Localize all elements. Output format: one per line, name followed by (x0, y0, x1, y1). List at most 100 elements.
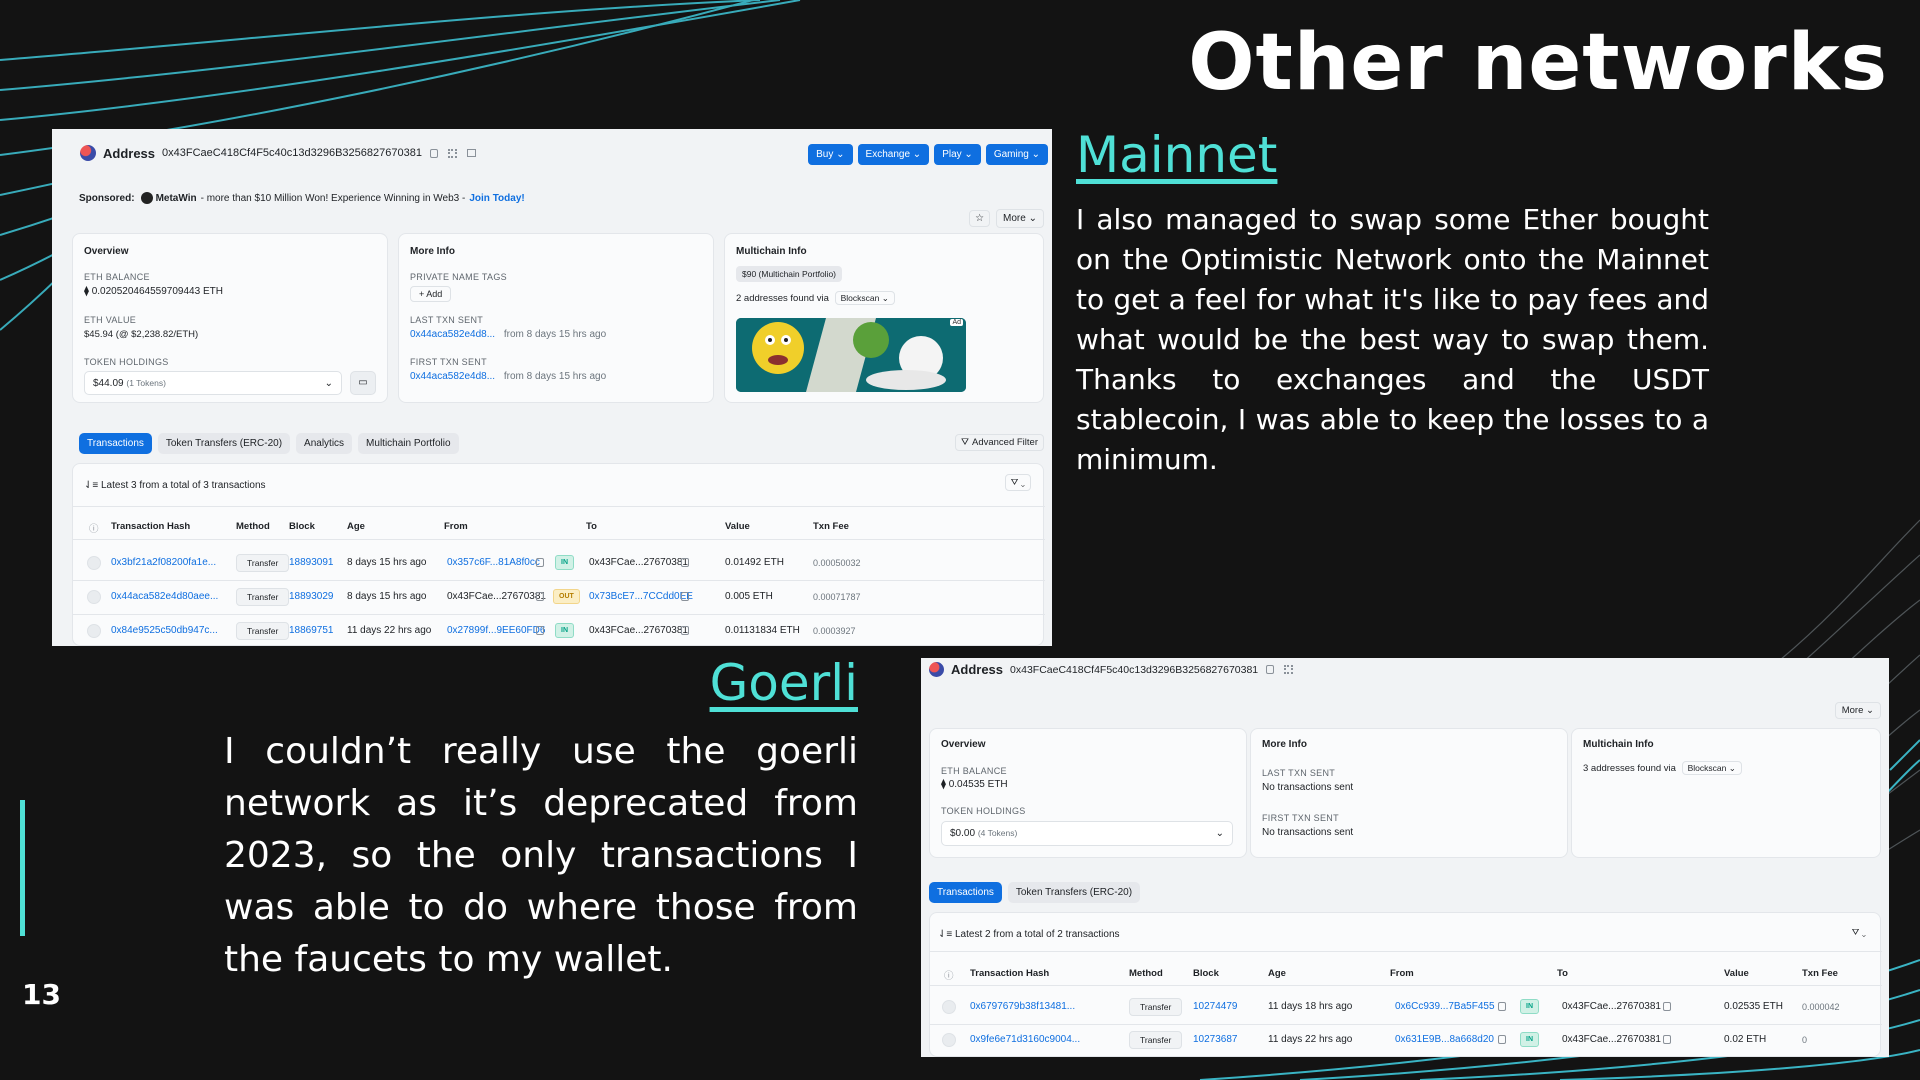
txn-hash-link[interactable]: 0x44aca582e4d80aee... (111, 591, 218, 602)
to-value: 0x43FCae...27670381 (1562, 1001, 1661, 1012)
from-link[interactable]: 0x631E9B...8a668d20 (1395, 1034, 1494, 1045)
goerli-heading[interactable]: Goerli (710, 654, 858, 712)
private-tags-label: PRIVATE NAME TAGS (410, 272, 507, 282)
sponsor-cta-link[interactable]: Join Today! (469, 193, 524, 204)
block-link[interactable]: 10274479 (1193, 1001, 1238, 1012)
multichain-found-row: 2 addresses found via Blockscan ⌄ (736, 291, 895, 305)
from-link[interactable]: 0x6Cc939...7Ba5F455 (1395, 1001, 1495, 1012)
txn-fee-value: 0.00050032 (813, 558, 861, 568)
copy-icon[interactable] (429, 148, 438, 158)
qr-icon[interactable] (1284, 665, 1294, 674)
token-holdings-label: TOKEN HOLDINGS (84, 357, 169, 367)
table-filter-button[interactable]: ⛛ ⌄ (1848, 925, 1870, 940)
star-icon[interactable]: ☆ (969, 210, 991, 227)
mainnet-heading[interactable]: Mainnet (1076, 126, 1277, 184)
col-txn-fee[interactable]: Txn Fee (1802, 968, 1838, 979)
direction-badge: IN (1520, 999, 1539, 1014)
chevron-down-icon: ⌄ (1215, 828, 1224, 839)
value-amount: 0.005 ETH (725, 591, 773, 602)
eye-icon[interactable] (87, 590, 101, 604)
last-txn-link[interactable]: 0x44aca582e4d8... (410, 329, 495, 340)
copy-icon[interactable] (536, 592, 544, 601)
chevron-down-icon: ⌄ (324, 377, 333, 389)
overview-title: Overview (84, 246, 129, 257)
from-link[interactable]: 0x357c6F...81A8f0cc (447, 557, 540, 568)
multichain-card: Multichain Info $90 (Multichain Portfoli… (724, 233, 1044, 403)
advertisement-banner[interactable]: Ad (736, 318, 966, 392)
eye-icon[interactable] (942, 1000, 956, 1014)
to-link[interactable]: 0x73BcE7...7CCdd0EE (589, 591, 693, 602)
copy-icon[interactable] (1266, 665, 1275, 674)
eth-value-label: ETH VALUE (84, 315, 137, 325)
txn-fee-value: 0.0003927 (813, 626, 856, 636)
direction-badge: IN (1520, 1032, 1539, 1047)
tab-transactions[interactable]: Transactions (79, 433, 152, 454)
txn-hash-link[interactable]: 0x6797679b38f13481... (970, 1001, 1075, 1012)
overview-card: Overview ETH BALANCE ⧫ 0.04535 ETH TOKEN… (929, 728, 1247, 858)
eye-icon[interactable] (87, 624, 101, 638)
tab-token-transfers[interactable]: Token Transfers (ERC-20) (157, 433, 291, 454)
col-age[interactable]: Age (1268, 968, 1286, 979)
blockscan-select[interactable]: Blockscan ⌄ (1681, 761, 1742, 775)
method-badge: Transfer (1129, 1031, 1183, 1049)
method-badge: Transfer (236, 554, 290, 572)
eye-icon[interactable] (87, 556, 101, 570)
wallet-icon-button[interactable]: ▭ (350, 371, 376, 395)
first-txn-link[interactable]: 0x44aca582e4d8... (410, 371, 495, 382)
table-filter-button[interactable]: ⛛ ⌄ (1004, 474, 1031, 491)
copy-icon[interactable] (681, 626, 689, 635)
play-button[interactable]: Play ⌄ (934, 144, 981, 165)
copy-icon[interactable] (536, 558, 544, 567)
token-holdings-select[interactable]: $44.09 (1 Tokens) ⌄ (84, 371, 342, 395)
col-transaction-hash: Transaction Hash (970, 968, 1050, 979)
value-amount: 0.01492 ETH (725, 557, 784, 568)
more-button[interactable]: More ⌄ (1834, 702, 1881, 719)
multichain-card: Multichain Info 3 addresses found via Bl… (1571, 728, 1881, 858)
col-txn-fee[interactable]: Txn Fee (813, 521, 849, 532)
multichain-portfolio-badge[interactable]: $90 (Multichain Portfolio) (736, 266, 843, 282)
tab-token-transfers[interactable]: Token Transfers (ERC-20) (1007, 882, 1141, 903)
tab-transactions[interactable]: Transactions (929, 882, 1002, 903)
mainnet-explorer-screenshot: Address 0x43FCaeC418Cf4F5c40c13d3296B325… (52, 129, 1052, 646)
sort-icon: ⇃≡ (938, 929, 953, 940)
eye-icon[interactable] (942, 1033, 956, 1047)
qr-icon[interactable] (447, 148, 457, 158)
copy-icon[interactable] (536, 626, 544, 635)
block-link[interactable]: 10273687 (1193, 1034, 1238, 1045)
txn-hash-link[interactable]: 0x9fe6e71d3160c9004... (970, 1034, 1080, 1045)
note-icon[interactable] (466, 149, 476, 157)
last-txn-value: No transactions sent (1262, 782, 1354, 793)
to-value: 0x43FCae...27670381 (1562, 1034, 1661, 1045)
advanced-filter-button[interactable]: ⛛ Advanced Filter (955, 434, 1044, 451)
copy-icon[interactable] (681, 558, 689, 567)
block-link[interactable]: 18893029 (289, 591, 334, 602)
gaming-button[interactable]: Gaming ⌄ (985, 144, 1048, 165)
tab-analytics[interactable]: Analytics (296, 433, 353, 454)
token-holdings-label: TOKEN HOLDINGS (941, 806, 1026, 816)
exchange-button[interactable]: Exchange ⌄ (857, 144, 930, 165)
slide: Other networks Address 0x43FCaeC418Cf4F5… (0, 0, 1920, 1080)
add-tag-button[interactable]: + Add (410, 286, 452, 302)
token-holdings-select[interactable]: $0.00 (4 Tokens) ⌄ (941, 821, 1233, 846)
txn-hash-link[interactable]: 0x3bf21a2f08200fa1e... (111, 557, 216, 568)
col-to: To (1557, 968, 1568, 979)
copy-icon[interactable] (1498, 1035, 1506, 1044)
copy-icon[interactable] (1663, 1035, 1671, 1044)
buy-button[interactable]: Buy ⌄ (808, 144, 853, 165)
sponsor-logo-icon (140, 192, 153, 204)
block-link[interactable]: 18869751 (289, 625, 334, 636)
copy-icon[interactable] (681, 592, 689, 601)
copy-icon[interactable] (1498, 1002, 1506, 1011)
more-button[interactable]: More ⌄ (996, 209, 1044, 228)
col-age[interactable]: Age (347, 521, 365, 532)
txn-hash-link[interactable]: 0x84e9525c50db947c... (111, 625, 218, 636)
tab-multichain-portfolio[interactable]: Multichain Portfolio (358, 433, 459, 454)
last-txn-label: LAST TXN SENT (1262, 768, 1336, 778)
block-link[interactable]: 18893091 (289, 557, 334, 568)
copy-icon[interactable] (1663, 1002, 1671, 1011)
blockscan-select[interactable]: Blockscan ⌄ (834, 291, 895, 305)
direction-badge: OUT (553, 589, 580, 604)
more-info-title: More Info (1262, 739, 1307, 750)
multichain-title: Multichain Info (1583, 739, 1654, 750)
from-link[interactable]: 0x27899f...9EE60FD6 (447, 625, 545, 636)
